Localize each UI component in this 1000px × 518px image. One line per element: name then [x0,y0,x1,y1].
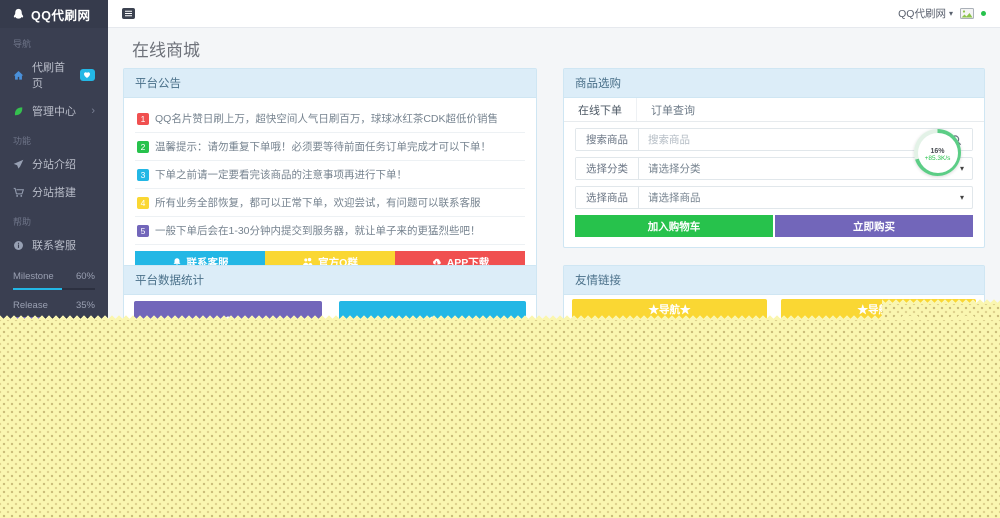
announcement-text: 温馨提示：请勿重复下单哦！必须要等待前面任务订单完成才可以下单！ [155,141,491,153]
select-category-group[interactable]: 选择分类 请选择分类 ▾ [575,157,973,180]
select-category-label: 选择分类 [576,158,639,179]
sidebar-item-intro[interactable]: 分站介绍 [0,150,108,178]
avatar-image-icon[interactable] [960,8,974,19]
speed-gauge: 16% +85.3K/s [914,129,961,176]
home-icon [13,70,24,81]
stats-title: 平台数据统计 [124,266,536,295]
sidebar-item-support[interactable]: 联系客服 [0,231,108,259]
sidebar-item-home[interactable]: 代刷首页 [0,53,108,97]
announcement-text: 所有业务全部恢复，都可以正常下单，欢迎尝试，有问题可以联系客服 [155,197,481,209]
user-menu-label: QQ代刷网 [898,8,946,20]
sidebar-item-build[interactable]: 分站搭建 [0,178,108,206]
cart-icon [13,187,24,198]
page-title: 在线商城 [132,41,200,60]
status-dot [981,11,986,16]
announcement-number-badge: 2 [137,140,149,153]
announcement-item: 3 下单之前请一定要看完该商品的注意事项再进行下单！ [135,161,525,189]
progress-label: Milestone [13,271,54,282]
sidebar-item-label: 管理中心 [32,106,76,118]
topbar: QQ代刷网 ▾ [108,0,1000,28]
logo-text: QQ代刷网 [31,8,91,23]
add-to-cart-button[interactable]: 加入购物车 [575,215,773,237]
sidebar-section-nav: 导航 [13,39,32,49]
sidebar-item-admin[interactable]: 管理中心 › [0,97,108,125]
announcement-number-badge: 1 [137,112,149,125]
sidebar-progress: Milestone 60% Release 35% [0,259,108,319]
app-screen: QQ代刷网 导航 代刷首页 管理中心 › 功能 分站介绍 分站搭建 帮助 联系客… [0,0,1000,518]
announcements-panel: 平台公告 1 QQ名片赞日刷上万，超快空间人气日刷百万，球球冰红茶CDK超低价销… [123,68,537,284]
shop-title: 商品选购 [564,69,984,98]
announcement-item: 2 温馨提示：请勿重复下单哦！必须要等待前面任务订单完成才可以下单！ [135,133,525,161]
search-product-label: 搜索商品 [576,129,639,150]
sidebar-section-func: 功能 [13,136,32,146]
search-product-input[interactable] [639,133,938,146]
leaf-icon [13,106,24,117]
announcement-number-badge: 3 [137,168,149,181]
progress-fill [13,288,63,290]
tab-order-query[interactable]: 订单查询 [637,98,709,121]
announcement-text: 一般下单后会在1-30分钟内提交到服务器，就让单子来的更猛烈些吧！ [155,225,481,237]
progress-track [13,288,95,290]
announcement-text: 下单之前请一定要看完该商品的注意事项再进行下单！ [155,169,407,181]
yellow-dotted-texture [0,315,1000,518]
logo[interactable]: QQ代刷网 [0,0,108,28]
buy-now-button[interactable]: 立即购买 [775,215,973,237]
announcement-item: 5 一般下单后会在1-30分钟内提交到服务器，就让单子来的更猛烈些吧！ [135,217,525,245]
announcement-number-badge: 4 [137,196,149,209]
announcement-text: QQ名片赞日刷上万，超快空间人气日刷百万，球球冰红茶CDK超低价销售 [155,113,499,125]
progress-milestone: Milestone 60% [13,271,95,290]
select-category-value: 请选择分类 [648,163,701,175]
sidebar-item-label: 代刷首页 [32,62,65,90]
sidebar-item-label: 分站搭建 [32,187,76,199]
chevron-right-icon: › [91,104,95,117]
heart-badge [79,69,95,81]
gauge-speed: +85.3K/s [924,154,951,162]
search-product-group: 搜索商品 [575,128,973,151]
caret-down-icon: ▾ [959,193,964,202]
shop-tabs: 在线下单 订单查询 [564,98,984,122]
select-product-group[interactable]: 选择商品 请选择商品 ▾ [575,186,973,209]
announcement-item: 1 QQ名片赞日刷上万，超快空间人气日刷百万，球球冰红茶CDK超低价销售 [135,105,525,133]
menu-toggle-icon[interactable] [122,8,135,19]
announcement-number-badge: 5 [137,224,149,237]
sidebar-section-help: 帮助 [13,217,32,227]
user-menu[interactable]: QQ代刷网 ▾ [898,6,953,21]
qq-logo-icon [12,8,25,21]
gauge-unit: % [938,147,945,155]
paper-plane-icon [13,159,24,170]
progress-value: 60% [75,271,95,282]
sidebar-item-label: 联系客服 [32,240,76,252]
announcement-item: 4 所有业务全部恢复，都可以正常下单，欢迎尝试，有问题可以联系客服 [135,189,525,217]
caret-down-icon: ▾ [948,9,953,18]
tab-online-order[interactable]: 在线下单 [564,98,637,121]
friend-links-title: 友情链接 [564,266,984,295]
info-circle-icon [13,240,24,251]
select-product-label: 选择商品 [576,187,639,208]
announcements-title: 平台公告 [124,69,536,98]
sidebar: QQ代刷网 导航 代刷首页 管理中心 › 功能 分站介绍 分站搭建 帮助 联系客… [0,0,108,322]
progress-label: Release [13,300,48,311]
progress-value: 35% [75,300,95,311]
sidebar-item-label: 分站介绍 [32,159,76,171]
select-product-value: 请选择商品 [648,192,701,204]
